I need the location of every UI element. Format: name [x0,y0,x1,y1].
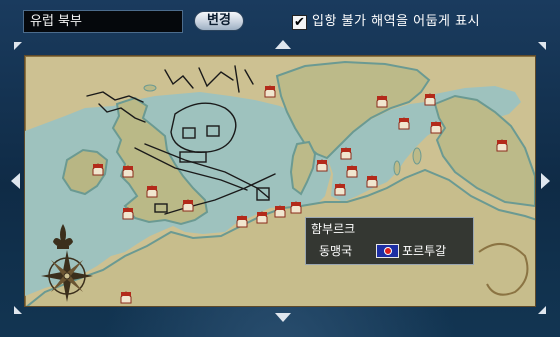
house-icon [236,215,248,228]
house-icon [334,183,346,196]
house-icon [182,199,194,212]
house-icon [316,159,328,172]
house-icon [92,163,104,176]
house-icon [264,85,276,98]
world-map[interactable] [24,55,536,307]
house-icon [430,121,442,134]
scroll-up-arrow-icon[interactable] [275,40,291,49]
frame-corner-bottom-right [538,306,546,314]
house-icon [122,165,134,178]
scroll-down-arrow-icon[interactable] [275,313,291,322]
frame-corner-bottom-left [14,306,22,314]
region-name-field: 유럽 북부 [23,10,183,33]
nation-flag-icon [376,244,399,258]
house-icon [256,211,268,224]
house-icon [366,175,378,188]
dim-unenterable-checkbox[interactable]: ✔ [292,15,307,30]
map-window: 유럽 북부 변경 ✔ 입항 불가 해역을 어둡게 표시 함부르크 동맹국 포르투… [0,0,560,337]
house-icon [274,205,286,218]
map-canvas [25,56,535,306]
frame-corner-top-left [14,42,22,50]
house-icon [376,95,388,108]
house-icon [122,207,134,220]
land-gotland [412,147,422,165]
house-icon [398,117,410,130]
scroll-right-arrow-icon[interactable] [541,173,550,189]
tooltip-alliance-label: 동맹국 [319,244,353,258]
house-icon [340,147,352,160]
house-icon [424,93,436,106]
dim-unenterable-label: 입항 불가 해역을 어둡게 표시 [312,14,481,29]
house-icon [146,185,158,198]
house-icon [290,201,302,214]
frame-corner-top-right [538,42,546,50]
scroll-left-arrow-icon[interactable] [11,173,20,189]
port-tooltip: 함부르크 동맹국 포르투갈 [305,217,474,265]
land-orkney [143,84,157,92]
house-icon [120,291,132,304]
tooltip-nation-name: 포르투갈 [402,244,447,258]
house-icon [496,139,508,152]
flag-emblem [384,247,392,255]
change-region-button[interactable]: 변경 [194,11,244,31]
land-oland [393,160,401,176]
tooltip-port-name: 함부르크 [311,222,356,236]
house-icon [346,165,358,178]
